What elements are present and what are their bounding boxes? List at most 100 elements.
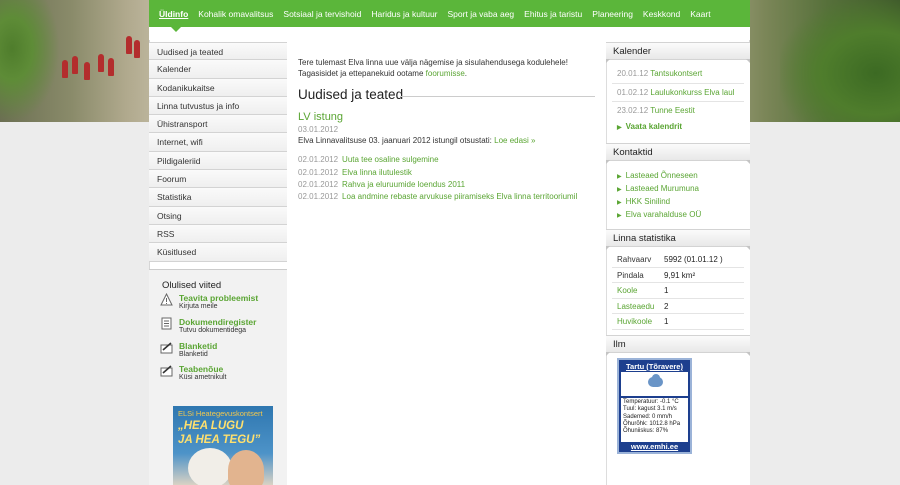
nav-item-sport[interactable]: Sport ja vaba aeg <box>448 9 515 19</box>
weather-line: Temperatuur: -0.1 °C <box>623 399 679 405</box>
useful-link-documents[interactable]: Dokumendiregister Tutvu dokumentidega <box>160 317 256 334</box>
left-menu-item[interactable]: Otsing <box>149 206 287 225</box>
stats-header: Linna statistika <box>606 229 750 250</box>
news-date: 02.01.2012 <box>298 180 339 189</box>
left-menu-item[interactable]: Kalender <box>149 60 287 79</box>
concert-banner[interactable]: ELSi Heategevuskontsert „HEA LUGU JA HEA… <box>173 406 273 485</box>
featured-news-date: 03.01.2012 <box>298 125 339 134</box>
intro-after: . <box>464 69 467 78</box>
useful-link-sub: Küsi ametnikult <box>179 374 227 381</box>
event-link[interactable]: Tunne Eestit <box>650 106 695 115</box>
calendar-title: Kalender <box>613 46 652 57</box>
hero-dancer <box>108 58 114 76</box>
banner-line2: „HEA LUGU <box>178 420 244 432</box>
banner-line1: ELSi Heategevuskontsert <box>178 409 263 418</box>
news-link[interactable]: Uuta tee osaline sulgemine <box>342 155 439 164</box>
weather-line: Õhuniiskus: 87% <box>623 428 669 435</box>
news-link[interactable]: Elva linna ilutulestik <box>342 168 412 177</box>
header-notch <box>746 160 750 164</box>
view-calendar-label: Vaata kalendrit <box>625 122 683 131</box>
forum-link[interactable]: foorumisse <box>426 69 465 78</box>
arrow-right-icon: ▶ <box>617 200 622 206</box>
stats-row: Huvikoole 1 <box>612 314 744 330</box>
useful-link-forms[interactable]: Blanketid Blanketid <box>160 341 217 358</box>
stats-key: Pindala <box>617 270 644 280</box>
contact-link[interactable]: ▶ Lasteaed Murumuna <box>617 184 699 193</box>
divider <box>612 101 744 102</box>
contact-label: Elva varahalduse OÜ <box>625 210 702 219</box>
news-link[interactable]: Rahva ja eluruumide loendus 2011 <box>342 180 465 189</box>
nav-item-ehitus[interactable]: Ehitus ja taristu <box>524 9 582 19</box>
left-menu-item[interactable]: Küsitlused <box>149 243 287 262</box>
weather-station: Tartu (Tõravere) <box>626 362 683 371</box>
news-link[interactable]: Loa andmine rebaste arvukuse piiramiseks… <box>342 192 577 201</box>
nav-item-sotsiaal[interactable]: Sotsiaal ja tervishoid <box>283 9 361 19</box>
event-link[interactable]: Tantsukontsert <box>650 69 702 78</box>
left-menu-item[interactable]: Uudised ja teated <box>149 42 287 61</box>
event-link[interactable]: Laulukonkurss Elva laul <box>650 88 734 97</box>
left-menu-item[interactable]: Kodanikukaitse <box>149 78 287 97</box>
nav-item-omavalitsus[interactable]: Kohalik omavalitsus <box>198 9 273 19</box>
left-menu-item[interactable]: Internet, wifi <box>149 133 287 152</box>
contact-link[interactable]: ▶ Elva varahalduse OÜ <box>617 210 701 219</box>
left-menu-item[interactable]: Ühistransport <box>149 115 287 134</box>
weather-header: Ilm <box>606 335 750 356</box>
pen-icon <box>160 342 173 354</box>
stats-value: 9,91 km² <box>664 270 696 280</box>
weather-line: Tuul: kagust 3.1 m/s <box>623 406 677 413</box>
hero-dancer <box>134 40 140 58</box>
left-menu-item[interactable]: Linna tutvustus ja info <box>149 96 287 116</box>
header-notch <box>606 246 610 250</box>
arrow-right-icon: ▶ <box>617 213 622 219</box>
arrow-right-icon: ▶ <box>617 125 622 131</box>
hero-dancer <box>126 36 132 54</box>
news-item: 02.01.2012 Rahva ja eluruumide loendus 20… <box>298 180 465 189</box>
banner-dog-image <box>188 448 232 485</box>
calendar-event: 01.02.12 Laulukonkurss Elva laul <box>617 88 734 97</box>
hero-dancer <box>84 62 90 80</box>
header-notch <box>606 59 610 63</box>
contact-link[interactable]: ▶ Lasteaed Õnneseen <box>617 171 698 180</box>
useful-link-report[interactable]: Teavita probleemist Kirjuta meile <box>160 293 258 310</box>
warning-icon <box>160 293 173 306</box>
hero-foliage-left <box>0 0 60 122</box>
left-menu-item[interactable]: Statistika <box>149 188 287 207</box>
useful-link-request[interactable]: Teabenõue Küsi ametnikult <box>160 364 226 381</box>
nav-item-keskkond[interactable]: Keskkond <box>643 9 680 19</box>
featured-news-title[interactable]: LV istung <box>298 111 343 123</box>
banner-line3: JA HEA TEGU” <box>178 434 261 446</box>
contacts-header: Kontaktid <box>606 143 750 164</box>
left-menu-item[interactable]: RSS <box>149 224 287 244</box>
read-more-link[interactable]: Loe edasi » <box>494 136 535 145</box>
nav-item-haridus[interactable]: Haridus ja kultuur <box>371 9 437 19</box>
cloud-icon-top <box>652 374 660 382</box>
nav-item-uldinfo[interactable]: Üldinfo <box>159 9 188 19</box>
weather-details: Temperatuur: -0.1 °C Tuul: kagust 3.1 m/… <box>621 398 688 442</box>
left-menu-item[interactable]: Pildigaleriid <box>149 151 287 171</box>
header-notch <box>746 59 750 63</box>
stats-key-link[interactable]: Huvikoole <box>617 314 652 330</box>
stats-key-link[interactable]: Koole <box>617 283 637 299</box>
useful-link-title: Blanketid <box>179 341 218 351</box>
nav-item-kaart[interactable]: Kaart <box>690 9 710 19</box>
featured-news-summary: Elva Linnavalitsuse 03. jaanuari 2012 is… <box>298 136 495 145</box>
useful-link-sub: Tutvu dokumentidega <box>179 327 247 334</box>
stats-key-link[interactable]: Lasteaedu <box>617 299 654 315</box>
weather-line: Sademed: 0 mm/h <box>623 413 673 420</box>
weather-widget[interactable]: Tartu (Tõravere) Temperatuur: -0.1 °C Tu… <box>617 358 692 454</box>
useful-link-title: Teavita probleemist <box>179 293 259 303</box>
hero-dancer <box>98 54 104 72</box>
contact-label: Lasteaed Murumuna <box>625 184 700 193</box>
contact-link[interactable]: ▶ HKK Sinilind <box>617 197 670 206</box>
news-heading: Uudised ja teated <box>298 87 404 102</box>
event-date: 01.02.12 <box>617 88 649 97</box>
stats-value: 5992 (01.01.12 ) <box>664 255 723 264</box>
left-menu-item[interactable]: Foorum <box>149 170 287 189</box>
weather-title: Ilm <box>613 339 626 350</box>
view-calendar-link[interactable]: ▶ Vaata kalendrit <box>617 122 682 131</box>
arrow-right-icon: ▶ <box>617 187 622 193</box>
weather-link[interactable]: www.emhi.ee <box>619 442 690 451</box>
nav-item-planeering[interactable]: Planeering <box>592 9 633 19</box>
news-item: 02.01.2012 Uuta tee osaline sulgemine <box>298 155 439 164</box>
left-menu: Uudised ja teated Kalender Kodanikukaits… <box>149 42 287 262</box>
